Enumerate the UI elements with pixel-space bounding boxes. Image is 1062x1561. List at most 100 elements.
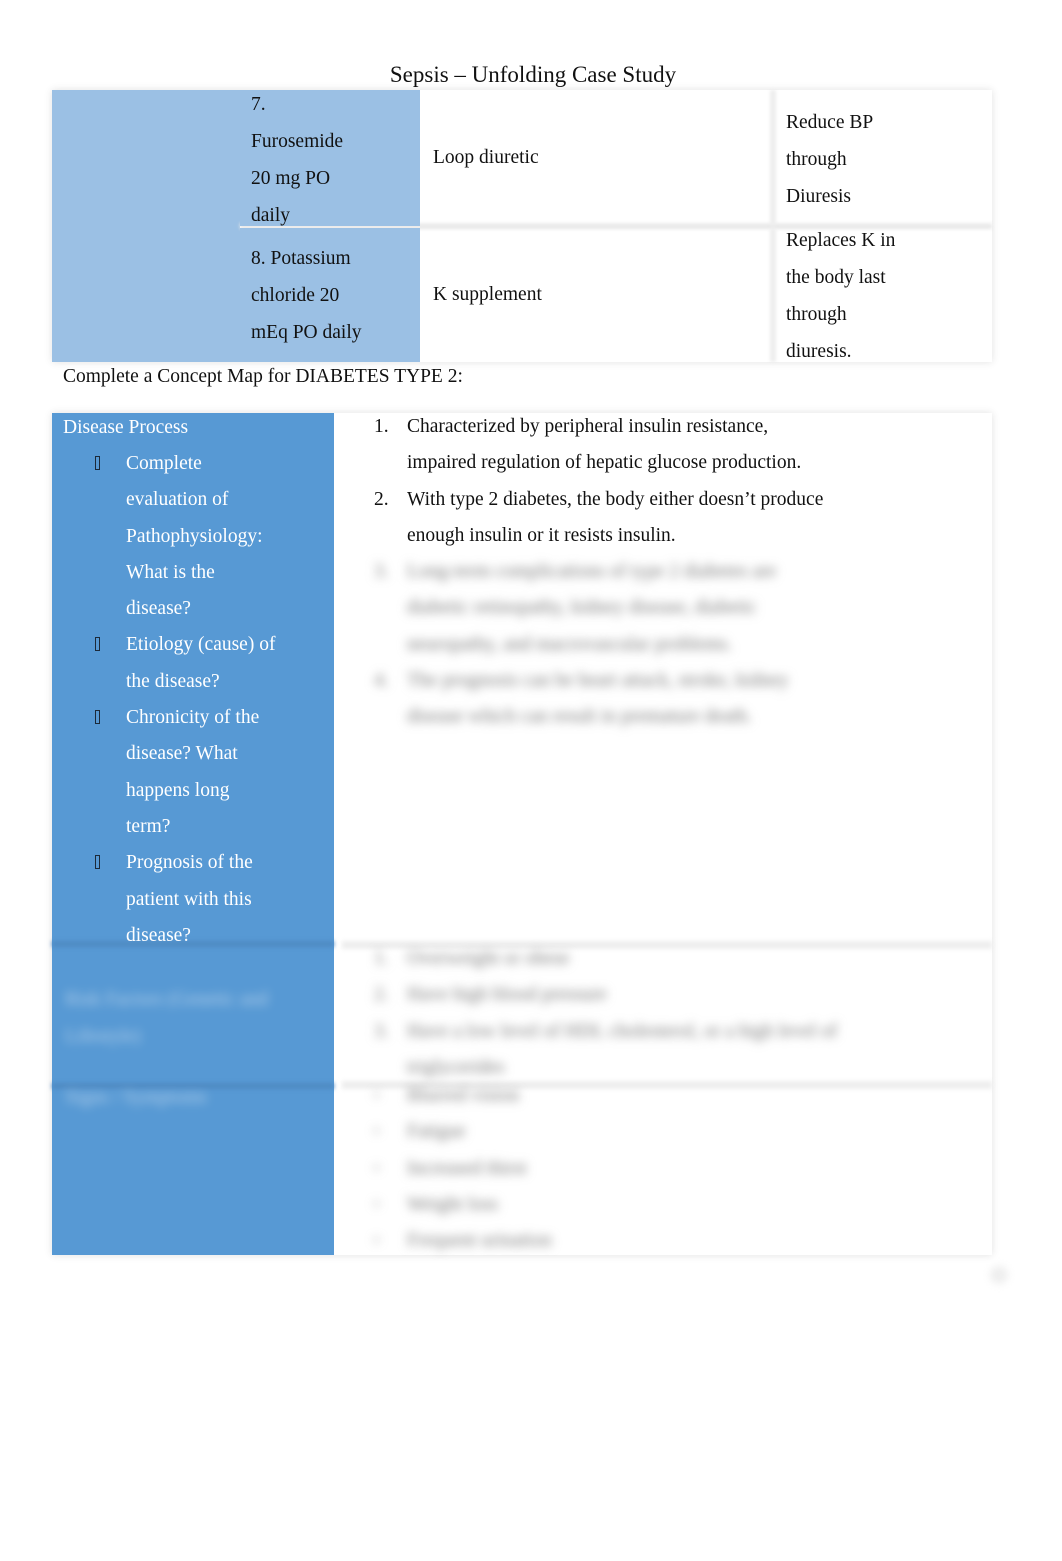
answer-line: Increased thirst [407, 1157, 527, 1179]
medication-row: 8. Potassium chloride 20 mEq PO daily K … [240, 228, 992, 362]
answer-number: 3. [374, 561, 389, 583]
prompt-item: Etiology (cause) of the disease? [52, 627, 334, 700]
answer-item: 1. Characterized by peripheral insulin r… [374, 409, 974, 482]
answer-line: impaired regulation of hepatic glucose p… [407, 452, 802, 474]
answer-line: Characterized by peripheral insulin resi… [407, 416, 769, 437]
column-divider [770, 228, 776, 362]
medication-purpose-line: diuresis. [786, 341, 852, 362]
answer-line: With type 2 diabetes, the body either do… [407, 488, 824, 510]
answer-line: Blurred vision [407, 1085, 520, 1106]
prompt-line: Prognosis of the [126, 852, 253, 874]
page-number-mark [990, 1266, 1008, 1284]
medication-name-line: chloride 20 [251, 285, 340, 306]
prompt-line: happens long [126, 779, 230, 801]
answer-item-blurred: • Increased thirst [374, 1151, 974, 1187]
answer-item-blurred: • Blurred vision [374, 1078, 974, 1114]
prompt-line: evaluation of [126, 489, 229, 511]
medication-class-cell: K supplement [420, 228, 770, 362]
answer-number: 2. [374, 488, 389, 510]
prompt-line: patient with this [126, 888, 252, 910]
medication-purpose-cell: Reduce BP through Diuresis [786, 90, 986, 226]
answer-line: disease which can result in premature de… [407, 706, 752, 728]
medication-name-line: mEq PO daily [251, 322, 362, 343]
answer-line: Fatigue [407, 1121, 466, 1143]
bullet-icon: • [374, 1088, 380, 1104]
medication-name-line: 8. Potassium [251, 248, 351, 269]
answer-line: Overweight or obese [407, 948, 570, 969]
prompt-line: Chronicity of the [126, 707, 260, 729]
medication-name-line: 7. [251, 94, 266, 115]
answer-line: The prognosis can be heart attack, strok… [407, 670, 789, 692]
bullet-icon [95, 855, 100, 870]
answer-line: Frequent urination [407, 1230, 552, 1252]
bullet-icon: • [374, 1124, 380, 1141]
section-label-risk-factors: Risk Factors (Genetic and Lifestyle) [65, 989, 269, 1047]
medication-purpose-line: through [786, 304, 847, 325]
medication-class-cell: Loop diuretic [420, 90, 770, 226]
answer-line: Have high blood pressure [407, 984, 607, 1006]
medication-name-line: 20 mg PO [251, 168, 331, 189]
medication-class: K supplement [433, 284, 542, 305]
bullet-icon [95, 710, 100, 725]
medication-purpose-cell: Replaces K in the body last through diur… [786, 228, 986, 362]
answer-number: 1. [374, 416, 389, 437]
answer-item-blurred: 1. Overweight or obese [374, 941, 974, 977]
answer-number: 1. [374, 948, 389, 969]
disease-process-prompts: Complete evaluation of Pathophysiology: … [52, 446, 334, 954]
answer-line: Weight loss [407, 1193, 499, 1215]
medication-purpose-line: through [786, 149, 847, 170]
signs-symptoms-answers: • Blurred vision • Fatigue • Increased t… [374, 1078, 974, 1259]
concept-map-table: Disease Process Complete evaluation of P… [52, 413, 992, 1255]
prompt-item: Chronicity of the disease? What happens … [52, 700, 334, 845]
medication-class: Loop diuretic [433, 147, 539, 168]
answer-number: 3. [374, 1020, 389, 1042]
section-label-disease-process: Disease Process [63, 417, 189, 438]
prompt-line: the disease? [126, 670, 220, 692]
answer-item-blurred: 2. Have high blood pressure [374, 977, 974, 1013]
concept-map-heading: Complete a Concept Map for DIABETES TYPE… [63, 366, 463, 387]
answer-item-blurred: • Weight loss [374, 1187, 974, 1223]
bullet-icon: • [374, 1160, 380, 1177]
prompt-item: Prognosis of the patient with this disea… [52, 845, 334, 954]
answer-number: 4. [374, 670, 389, 692]
prompt-line: What is the [126, 561, 215, 583]
disease-process-answers: 1. Characterized by peripheral insulin r… [374, 409, 974, 736]
bullet-icon: • [374, 1196, 380, 1213]
answer-line: Long-term complications of type 2 diabet… [407, 561, 777, 583]
answer-item-blurred: 3. Long-term complications of type 2 dia… [374, 554, 974, 663]
risk-factor-answers: 1. Overweight or obese 2. Have high bloo… [374, 941, 974, 1086]
answer-item-blurred: • Fatigue [374, 1114, 974, 1150]
medication-name-cell: 8. Potassium chloride 20 mEq PO daily [240, 228, 420, 362]
medication-purpose-line: Replaces K in [786, 230, 896, 251]
bullet-icon [95, 637, 100, 652]
answer-item: 2. With type 2 diabetes, the body either… [374, 482, 974, 555]
answer-item-blurred: • Frequent urination [374, 1223, 974, 1259]
answer-line: enough insulin or it resists insulin. [407, 524, 676, 546]
medication-name-line: Furosemide [251, 131, 344, 152]
medication-purpose-line: the body last [786, 267, 886, 288]
medication-table-blank-column [52, 90, 240, 362]
answer-item-blurred: 3. Have a low level of HDL cholesterol, … [374, 1014, 974, 1087]
bullet-icon [95, 456, 100, 470]
medication-purpose-line: Diuresis [786, 186, 851, 207]
medication-table: 7. Furosemide 20 mg PO daily Loop diuret… [52, 90, 992, 362]
medication-row: 7. Furosemide 20 mg PO daily Loop diuret… [240, 90, 992, 226]
prompt-line: disease? What [126, 743, 238, 765]
column-divider [770, 90, 776, 226]
answer-line: diabetic retinopathy, kidney disease, di… [407, 597, 757, 619]
medication-purpose-line: Reduce BP [786, 112, 874, 133]
medication-name-cell: 7. Furosemide 20 mg PO daily [240, 90, 420, 226]
section-label-signs-symptoms: Signs / Symptoms [65, 1087, 207, 1108]
prompt-line: Etiology (cause) of [126, 634, 276, 656]
page-title: Sepsis – Unfolding Case Study [389, 62, 677, 87]
answer-number: 2. [374, 984, 389, 1006]
prompt-line: disease? [126, 598, 191, 620]
prompt-item: Complete evaluation of Pathophysiology: … [52, 446, 334, 627]
prompt-line: disease? [126, 924, 191, 946]
bullet-icon: • [374, 1233, 380, 1250]
answer-line: neuropathy, and macrovascular problems. [407, 633, 733, 655]
answer-item-blurred: 4. The prognosis can be heart attack, st… [374, 663, 974, 736]
answer-line: Have a low level of HDL cholesterol, or … [407, 1020, 838, 1042]
prompt-line: Complete [126, 453, 202, 474]
prompt-line: Pathophysiology: [126, 525, 263, 547]
